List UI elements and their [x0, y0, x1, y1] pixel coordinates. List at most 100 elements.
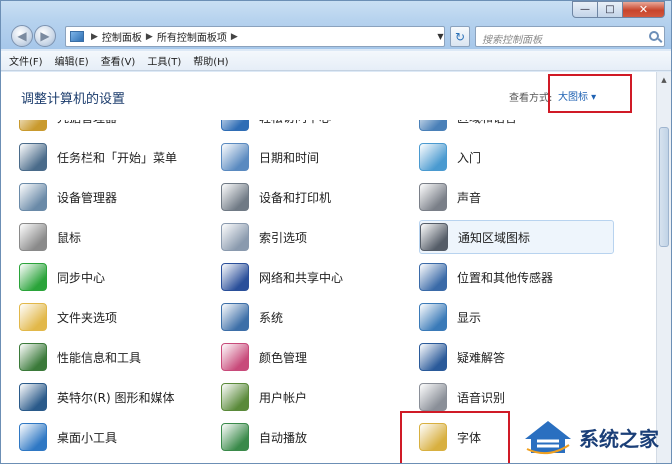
cp-item[interactable]: 任务栏和「开始」菜单 — [19, 140, 199, 174]
cp-item-label: 设备管理器 — [57, 190, 118, 205]
cp-item-label: 鼠标 — [57, 230, 82, 245]
cp-item[interactable]: 索引选项 — [221, 220, 401, 254]
sensor-icon — [419, 263, 447, 291]
address-bar[interactable]: ▶ 控制面板 ▶ 所有控制面板项 ▶ — [65, 26, 445, 47]
cp-item[interactable]: 桌面小工具 — [19, 420, 199, 454]
troubleshooting-icon — [419, 343, 447, 371]
cp-item-label: 索引选项 — [259, 230, 308, 245]
search-icon[interactable] — [649, 31, 659, 41]
network-icon — [221, 263, 249, 291]
cp-item[interactable]: 疑难解答 — [419, 340, 614, 374]
scroll-up-icon[interactable]: ▲ — [657, 72, 671, 87]
minimize-button[interactable]: — — [572, 1, 598, 18]
menu-edit[interactable]: 编辑(E) — [55, 53, 89, 68]
cp-item[interactable]: 英特尔(R) 图形和媒体 — [19, 380, 199, 414]
sound-icon — [419, 183, 447, 211]
close-button[interactable]: ✕ — [622, 1, 665, 18]
microphone-icon — [419, 383, 447, 411]
cp-item[interactable]: 轻松访问中心 — [221, 120, 401, 134]
cp-item[interactable]: 入门 — [419, 140, 614, 174]
cp-item[interactable]: 网络和共享中心 — [221, 260, 401, 294]
cp-item-label: 英特尔(R) 图形和媒体 — [57, 390, 175, 405]
system-icon — [221, 303, 249, 331]
fonts-highlight — [400, 411, 510, 463]
breadcrumb-all-items[interactable]: 所有控制面板项 — [157, 29, 227, 44]
cp-item-label: 位置和其他传感器 — [457, 270, 554, 285]
cp-item[interactable]: 颜色管理 — [221, 340, 401, 374]
maximize-button[interactable]: □ — [597, 1, 623, 18]
menu-file[interactable]: 文件(F) — [9, 53, 43, 68]
folder-icon — [19, 303, 47, 331]
cp-item[interactable]: 凭据管理器 — [19, 120, 199, 134]
breadcrumb-control-panel[interactable]: 控制面板 — [102, 29, 142, 44]
user-accounts-icon — [221, 383, 249, 411]
address-dropdown-icon[interactable]: ▼ — [433, 26, 448, 47]
cp-item[interactable]: 位置和其他传感器 — [419, 260, 614, 294]
navigation-bar: ◀ ▶ ▶ 控制面板 ▶ 所有控制面板项 ▶ ▼ ↻ 搜索控制面板 — [9, 24, 665, 50]
performance-icon — [19, 343, 47, 371]
view-by-label: 查看方式: — [509, 93, 553, 104]
cp-item-label: 日期和时间 — [259, 150, 320, 165]
cp-item-label: 设备和打印机 — [259, 190, 332, 205]
cp-item[interactable]: 语音识别 — [419, 380, 614, 414]
cp-item[interactable]: 声音 — [419, 180, 614, 214]
control-panel-items: 凭据管理器任务栏和「开始」菜单设备管理器鼠标同步中心文件夹选项性能信息和工具英特… — [1, 120, 656, 463]
cp-item[interactable]: 显示 — [419, 300, 614, 334]
breadcrumb-separator-icon[interactable]: ▶ — [231, 32, 238, 42]
cp-item[interactable]: 自动播放 — [221, 420, 401, 454]
caption-buttons: — □ ✕ — [572, 1, 665, 18]
back-button[interactable]: ◀ — [11, 25, 33, 47]
cp-item-label: 性能信息和工具 — [57, 350, 142, 365]
cp-item[interactable]: 性能信息和工具 — [19, 340, 199, 374]
cp-item[interactable]: 鼠标 — [19, 220, 199, 254]
datetime-icon — [221, 143, 249, 171]
search-input[interactable]: 搜索控制面板 — [475, 26, 665, 47]
cp-item-label: 语音识别 — [457, 390, 506, 405]
control-panel-icon — [70, 31, 84, 42]
printer-icon — [221, 183, 249, 211]
cp-item-label: 颜色管理 — [259, 350, 308, 365]
color-management-icon — [221, 343, 249, 371]
ease-of-access-icon — [221, 120, 249, 131]
getting-started-icon — [419, 143, 447, 171]
cp-item[interactable]: 同步中心 — [19, 260, 199, 294]
breadcrumb-separator-icon[interactable]: ▶ — [91, 32, 98, 42]
cp-item-label: 声音 — [457, 190, 482, 205]
cp-item-label: 区域和语言 — [457, 120, 517, 126]
cp-item-label: 轻松访问中心 — [259, 120, 331, 126]
autoplay-icon — [221, 423, 249, 451]
credential-icon — [19, 120, 47, 131]
cp-item-label: 疑难解答 — [457, 350, 506, 365]
content-area: 调整计算机的设置 查看方式: 大图标 ▾ 凭据管理器任务栏和「开始」菜单设备管理… — [1, 72, 656, 463]
cp-item-label: 用户帐户 — [259, 390, 308, 405]
cp-item[interactable]: 日期和时间 — [221, 140, 401, 174]
breadcrumb-separator-icon[interactable]: ▶ — [146, 32, 153, 42]
vertical-scrollbar[interactable]: ▲ — [656, 72, 671, 463]
view-by-highlight — [548, 74, 632, 113]
cp-item-label: 文件夹选项 — [57, 310, 118, 325]
menu-tools[interactable]: 工具(T) — [147, 53, 181, 68]
cp-item[interactable]: 通知区域图标 — [419, 220, 614, 254]
menu-view[interactable]: 查看(V) — [101, 53, 136, 68]
cp-item[interactable]: 区域和语言 — [419, 120, 614, 134]
cp-item[interactable]: 用户帐户 — [221, 380, 401, 414]
cp-item[interactable]: 设备和打印机 — [221, 180, 401, 214]
cp-item-label: 桌面小工具 — [57, 430, 118, 445]
display-icon — [419, 303, 447, 331]
gadgets-icon — [19, 423, 47, 451]
refresh-button[interactable]: ↻ — [450, 26, 470, 47]
intel-graphics-icon — [19, 383, 47, 411]
scrollbar-thumb[interactable] — [659, 127, 669, 247]
search-placeholder: 搜索控制面板 — [482, 35, 542, 46]
menu-bar: 文件(F) 编辑(E) 查看(V) 工具(T) 帮助(H) — [1, 51, 671, 71]
region-icon — [419, 120, 447, 131]
cp-item[interactable]: 系统 — [221, 300, 401, 334]
cp-item-label: 系统 — [259, 310, 284, 325]
forward-button[interactable]: ▶ — [34, 25, 56, 47]
watermark-logo-icon — [525, 421, 571, 455]
cp-item[interactable]: 文件夹选项 — [19, 300, 199, 334]
menu-help[interactable]: 帮助(H) — [193, 53, 228, 68]
control-panel-window: — □ ✕ ◀ ▶ ▶ 控制面板 ▶ 所有控制面板项 ▶ ▼ ↻ 搜索控制面板 … — [0, 0, 672, 464]
cp-item[interactable]: 设备管理器 — [19, 180, 199, 214]
mouse-icon — [19, 223, 47, 251]
